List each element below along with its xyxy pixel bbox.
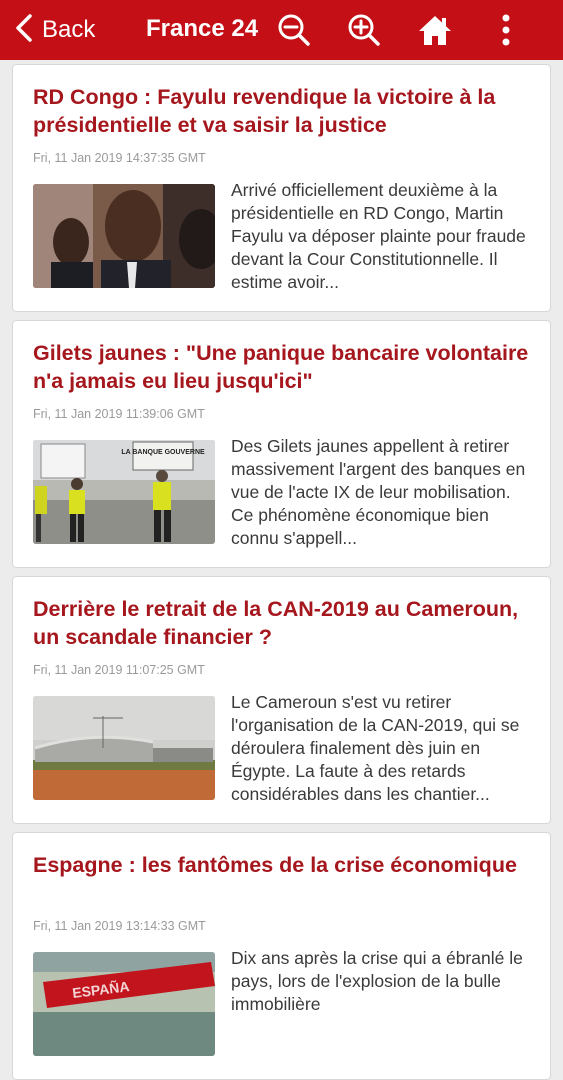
portrait-photo — [33, 184, 215, 288]
article-date: Fri, 11 Jan 2019 13:14:33 GMT — [33, 919, 206, 933]
article-date: Fri, 11 Jan 2019 14:37:35 GMT — [33, 151, 206, 165]
article-card[interactable]: Derrière le retrait de la CAN-2019 au Ca… — [12, 576, 551, 824]
espana-sign-photo: ESPAÑA — [33, 952, 215, 1056]
article-summary: Dix ans après la crise qui a ébranlé le … — [231, 948, 523, 1014]
back-button[interactable]: Back — [14, 12, 95, 48]
article-thumbnail[interactable]: ESPAÑA — [33, 952, 215, 1056]
zoom-in-button[interactable] — [344, 10, 384, 50]
article-date: Fri, 11 Jan 2019 11:39:06 GMT — [33, 407, 205, 421]
protest-sign-text: LA BANQUE GOUVERNE — [121, 449, 205, 456]
more-vertical-icon — [486, 14, 526, 54]
top-app-bar: Back France 24 — [0, 0, 563, 60]
article-title[interactable]: Derrière le retrait de la CAN-2019 au Ca… — [33, 595, 533, 651]
app-title: France 24 — [146, 15, 259, 42]
article-title[interactable]: Gilets jaunes : "Une panique bancaire vo… — [33, 339, 533, 395]
article-summary: Arrivé officiellement deuxième à la prés… — [231, 180, 526, 292]
article-thumbnail[interactable] — [33, 696, 215, 800]
zoom-in-icon — [344, 14, 384, 54]
article-thumbnail[interactable]: LA BANQUE GOUVERNE — [33, 440, 215, 544]
article-thumbnail[interactable] — [33, 184, 215, 288]
stadium-photo — [33, 696, 215, 800]
back-label: Back — [42, 16, 96, 43]
home-icon — [415, 16, 455, 54]
article-date: Fri, 11 Jan 2019 11:07:25 GMT — [33, 663, 205, 677]
article-summary: Le Cameroun s'est vu retirer l'organisat… — [231, 692, 520, 804]
article-card[interactable]: Gilets jaunes : "Une panique bancaire vo… — [12, 320, 551, 568]
article-title[interactable]: RD Congo : Fayulu revendique la victoire… — [33, 83, 533, 139]
zoom-out-button[interactable] — [274, 10, 314, 50]
article-summary: Des Gilets jaunes appellent à retirer ma… — [231, 436, 526, 548]
more-options-button[interactable] — [486, 10, 526, 50]
chevron-left-icon — [14, 13, 36, 48]
zoom-out-icon — [274, 14, 314, 54]
protest-photo: LA BANQUE GOUVERNE — [33, 440, 215, 544]
article-card[interactable]: RD Congo : Fayulu revendique la victoire… — [12, 64, 551, 312]
article-title[interactable]: Espagne : les fantômes de la crise écono… — [33, 851, 533, 879]
home-button[interactable] — [415, 10, 455, 50]
article-card[interactable]: Espagne : les fantômes de la crise écono… — [12, 832, 551, 1080]
